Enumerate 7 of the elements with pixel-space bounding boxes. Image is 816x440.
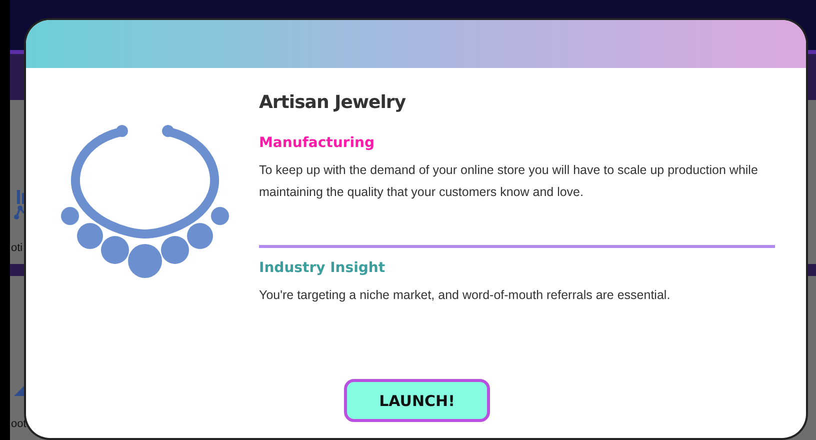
tile-label: oti (11, 242, 23, 254)
section-text: You're targeting a niche market, and word-of-mouth referrals are essential. (259, 287, 672, 304)
tile-label: oot (11, 418, 26, 430)
modal-title: Artisan Jewelry (259, 92, 407, 113)
section-text: To keep up with the demand of your online store you will have to scale up production while maintaining the quality that your customers know and love. (259, 162, 759, 201)
section-heading: Industry Insight (259, 260, 386, 276)
section-heading: Manufacturing (259, 135, 376, 151)
